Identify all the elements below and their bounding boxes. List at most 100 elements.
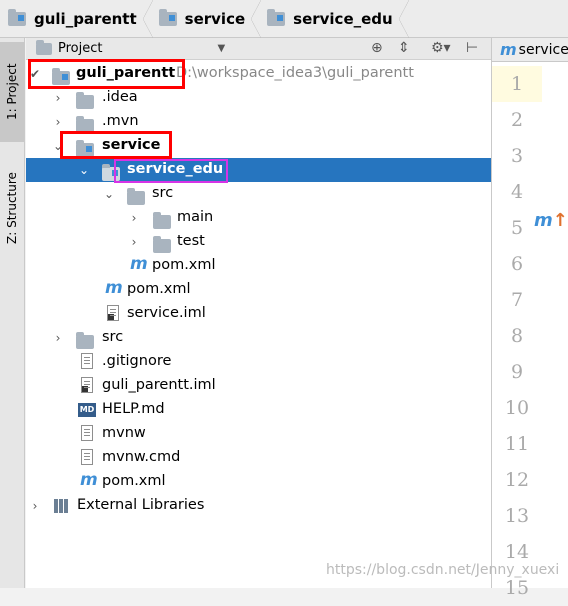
tree-item-label: mvnw [102, 425, 146, 441]
iml-file-icon [81, 377, 93, 393]
tree-item-label: mvnw.cmd [102, 449, 181, 465]
tree-item-label: pom.xml [152, 257, 216, 273]
maven-icon: m [105, 278, 123, 298]
folder-icon [76, 90, 96, 109]
module-folder-icon [8, 8, 28, 27]
tree-item-pom-xml[interactable]: m pom.xml [26, 278, 491, 302]
tree-item-guli-parentt-iml[interactable]: guli_parentt.iml [26, 374, 491, 398]
tree-item-label: service.iml [127, 305, 206, 321]
text-file-icon [81, 449, 93, 465]
project-panel-header: Project ▼ ⊕ ⇕ ⚙▾ ⊢ [26, 38, 491, 60]
tree-item-external-libraries[interactable]: › External Libraries [26, 494, 491, 518]
line-number: 11 [504, 433, 530, 455]
tree-item-label: main [177, 209, 214, 225]
breadcrumb-separator [251, 0, 262, 38]
tree-item-label: External Libraries [77, 497, 205, 513]
tree-item-test[interactable]: › test [26, 230, 491, 254]
chevron-down-icon[interactable]: ▼ [217, 43, 225, 54]
maven-icon: m [130, 254, 148, 274]
editor-area: m service 1 2 3 4 5 6 7 8 9 10 11 12 13 … [491, 38, 568, 599]
breadcrumb-separator [398, 0, 409, 38]
breadcrumb-item-service[interactable]: service [158, 0, 246, 38]
chevron-right-icon[interactable]: › [52, 116, 64, 128]
folder-icon [76, 330, 96, 349]
gear-icon[interactable]: ⚙▾ [431, 40, 451, 56]
structure-tool-label: Z: Structure [5, 172, 19, 244]
tree-item-label: test [177, 233, 205, 249]
line-number: 3 [510, 145, 524, 167]
breadcrumb-separator [142, 0, 153, 38]
tree-item-label: src [102, 329, 124, 345]
markdown-file-icon: MD [78, 403, 96, 417]
tree-item-mvnw[interactable]: mvnw [26, 422, 491, 446]
tree-item-path: D:\workspace_idea3\guli_parentt [176, 65, 414, 81]
chevron-down-icon[interactable]: ⌄ [78, 164, 90, 176]
project-icon [36, 39, 52, 56]
chevron-right-icon[interactable]: › [128, 212, 140, 224]
tree-item-pom-xml[interactable]: m pom.xml [26, 254, 491, 278]
watermark: https://blog.csdn.net/Jenny_xuexi [326, 562, 560, 578]
tree-item-gitignore[interactable]: .gitignore [26, 350, 491, 374]
tree-item-pom-xml[interactable]: m pom.xml [26, 470, 491, 494]
collapse-icon[interactable]: ⇕ [398, 40, 410, 56]
breadcrumb-label: guli_parentt [34, 9, 137, 28]
tree-item-label: guli_parentt.iml [102, 377, 216, 393]
text-file-icon [81, 425, 93, 441]
line-number: 2 [510, 109, 524, 131]
tree-item-mvnw-cmd[interactable]: mvnw.cmd [26, 446, 491, 470]
highlight-box-root [28, 59, 185, 89]
line-number: 6 [510, 253, 524, 275]
tree-item-service-iml[interactable]: service.iml [26, 302, 491, 326]
folder-icon [153, 234, 173, 253]
tree-item-main[interactable]: › main [26, 206, 491, 230]
tree-item-label: HELP.md [102, 401, 165, 417]
maven-icon: m [500, 40, 517, 59]
breadcrumb-label: service [184, 9, 246, 28]
library-icon [54, 499, 70, 513]
project-tool-label: 1: Project [5, 63, 19, 121]
tree-item-idea[interactable]: › .idea [26, 86, 491, 110]
line-number-gutter: 1 2 3 4 5 6 7 8 9 10 11 12 13 14 15 [492, 66, 542, 606]
panel-title: Project [58, 41, 103, 56]
tool-window-stripe: 1: Project Z: Structure [0, 38, 25, 588]
tree-item-help-md[interactable]: MD HELP.md [26, 398, 491, 422]
breadcrumb-item-guli-parentt[interactable]: guli_parentt [8, 0, 137, 38]
structure-tool-button[interactable]: Z: Structure [0, 158, 24, 258]
chevron-right-icon[interactable]: › [128, 236, 140, 248]
navigation-bar: guli_parentt service service_edu [0, 0, 568, 38]
iml-file-icon [107, 305, 119, 321]
module-folder-icon [267, 8, 287, 27]
tree-item-label: .idea [102, 89, 138, 105]
line-number: 1 [492, 66, 542, 102]
line-number: 8 [510, 325, 524, 347]
editor-tab-label: service [518, 41, 568, 58]
line-number: 7 [510, 289, 524, 311]
editor-tab-service[interactable]: m service [492, 38, 568, 62]
hide-icon[interactable]: ⊢ [466, 40, 478, 56]
tree-item-src[interactable]: › src [26, 326, 491, 350]
breadcrumb-label: service_edu [293, 9, 393, 28]
line-number: 10 [504, 397, 530, 419]
text-file-icon [81, 353, 93, 369]
folder-icon [76, 114, 96, 133]
folder-icon [153, 210, 173, 229]
tree-item-service-edu[interactable]: ⌄ service_edu [26, 158, 491, 182]
project-tool-button[interactable]: 1: Project [0, 42, 24, 142]
maven-icon: m [80, 470, 98, 490]
tree-item-label: pom.xml [102, 473, 166, 489]
chevron-right-icon[interactable]: › [29, 500, 41, 512]
chevron-down-icon[interactable]: ⌄ [103, 188, 115, 200]
folder-icon [127, 186, 147, 205]
chevron-right-icon[interactable]: › [52, 92, 64, 104]
project-tree: ✔ guli_parentt D:\workspace_idea3\guli_p… [26, 59, 491, 588]
line-number: 9 [510, 361, 524, 383]
chevron-right-icon[interactable]: › [52, 332, 64, 344]
module-folder-icon [158, 8, 179, 27]
highlight-box-service [60, 131, 172, 159]
maven-overrides-icon[interactable]: m↑ [534, 210, 568, 231]
breadcrumb-item-service-edu[interactable]: service_edu [267, 0, 393, 38]
crosshair-icon[interactable]: ⊕ [371, 40, 383, 56]
tree-item-label: src [152, 185, 174, 201]
highlight-box-service-edu [114, 159, 228, 183]
tree-item-src[interactable]: ⌄ src [26, 182, 491, 206]
